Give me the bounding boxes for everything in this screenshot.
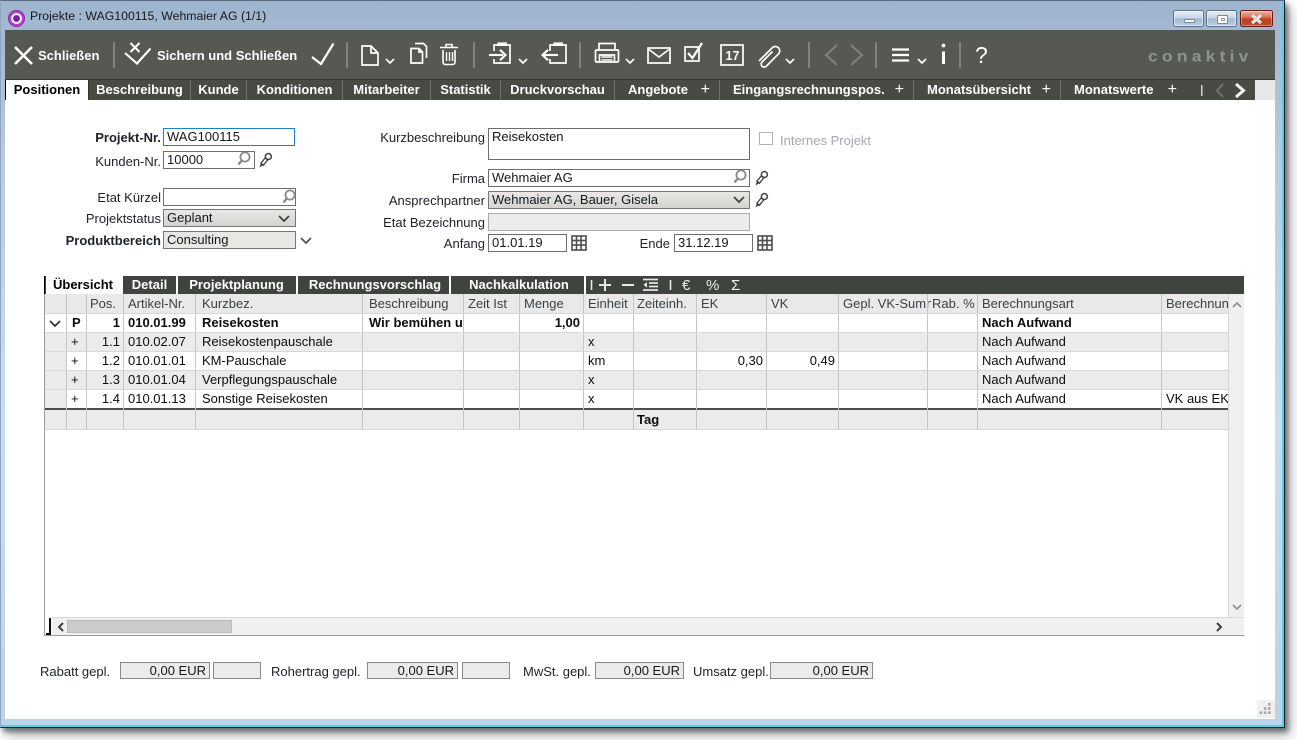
svg-text:€: € (682, 277, 691, 294)
svg-text:?: ? (975, 42, 988, 68)
svg-text:17: 17 (726, 49, 740, 63)
svg-text:Σ: Σ (731, 277, 740, 294)
svg-text:%: % (706, 277, 719, 294)
